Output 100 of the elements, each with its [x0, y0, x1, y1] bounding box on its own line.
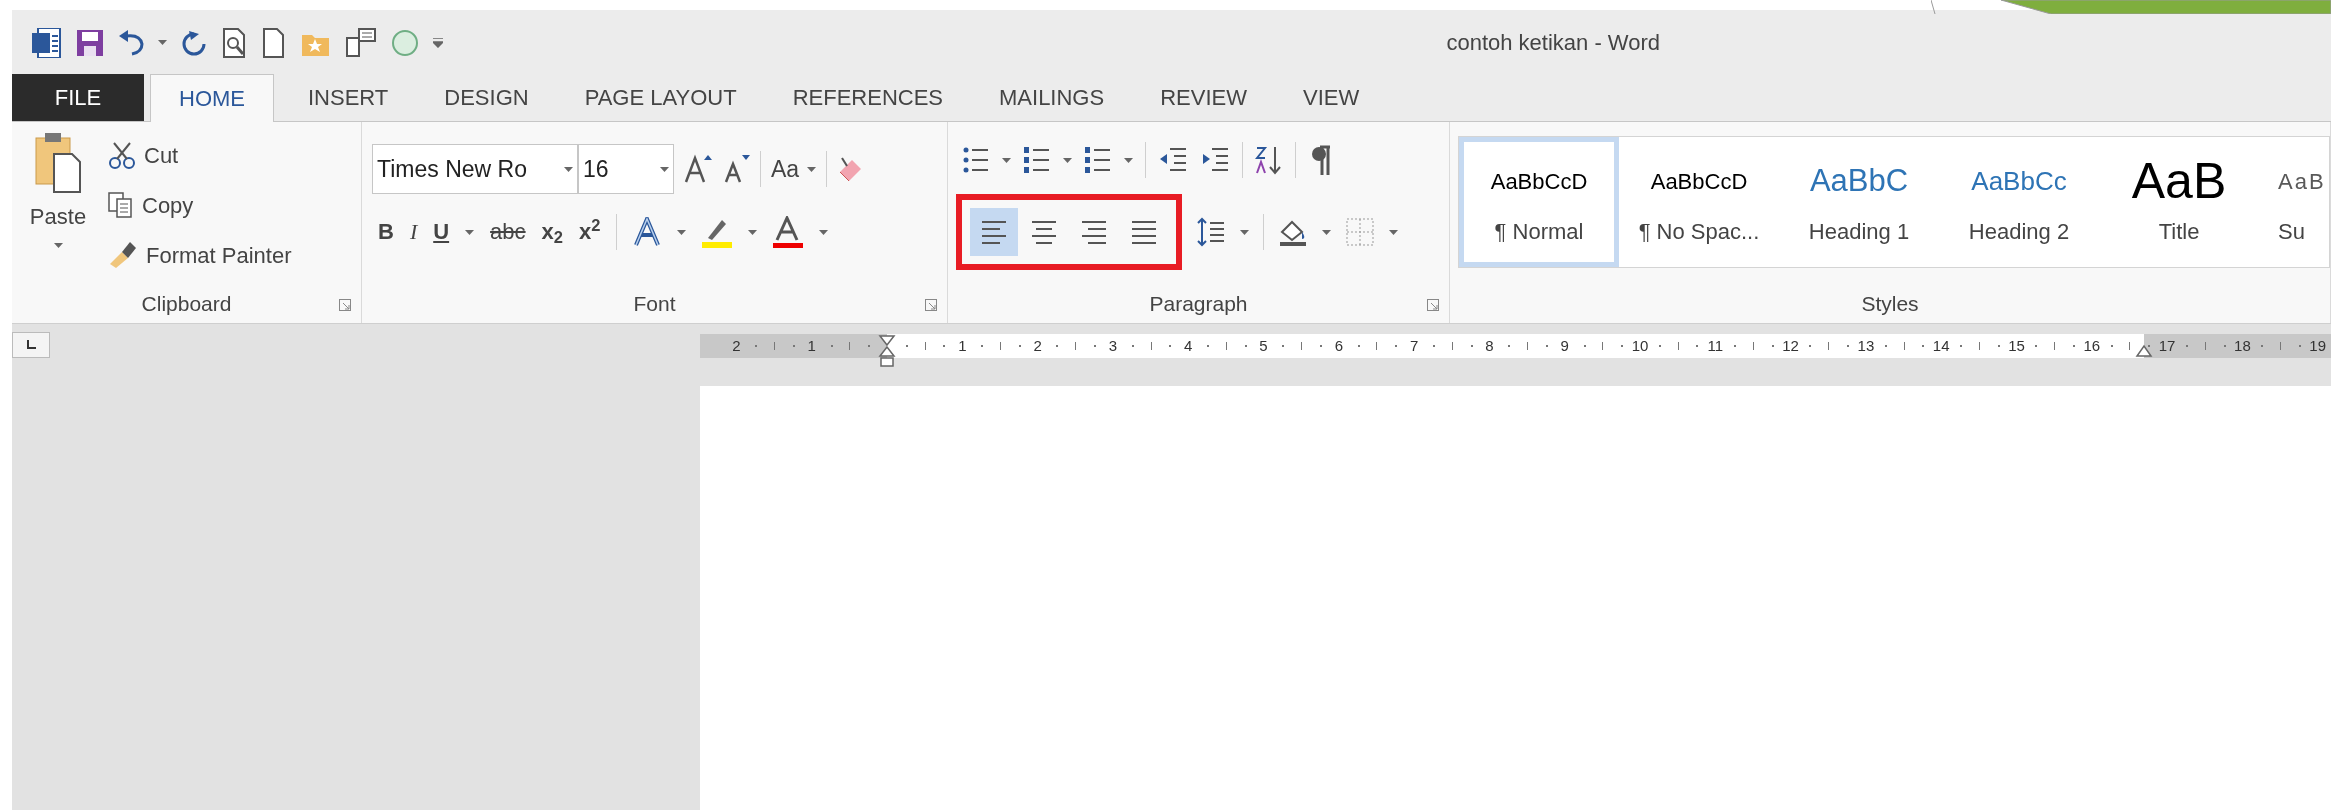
style-item[interactable]: AaBbC Heading 1 — [1779, 137, 1939, 267]
ruler-number: 4 — [1184, 336, 1193, 356]
ribbon-tab[interactable]: VIEW — [1274, 74, 1388, 121]
ruler-number: 19 — [2309, 336, 2327, 356]
ruler-number: 15 — [2008, 336, 2025, 356]
multilevel-list-icon[interactable] — [1084, 145, 1112, 175]
scissors-icon — [108, 141, 136, 169]
style-name: ¶ No Spac... — [1638, 218, 1760, 246]
caret-icon[interactable] — [564, 166, 573, 172]
ribbon-tab[interactable]: INSERT — [280, 74, 417, 121]
ruler-number: 13 — [1857, 336, 1875, 356]
subscript-button[interactable]: x$_{2}$ — [541, 221, 564, 243]
sort-icon[interactable] — [1255, 145, 1283, 175]
superscript-button[interactable]: x$^{2}$ — [579, 221, 601, 243]
line-spacing-icon[interactable] — [1196, 217, 1226, 247]
ruler-number: 12 — [1782, 336, 1799, 356]
ribbon-tab[interactable]: HOME — [150, 74, 274, 122]
caret-icon[interactable] — [1240, 229, 1249, 235]
dialog-launcher-icon[interactable] — [925, 299, 937, 311]
redo-icon[interactable] — [181, 29, 207, 56]
style-preview: AaBbCcD — [1650, 167, 1748, 196]
strikethrough-button[interactable]: abc — [490, 221, 526, 243]
style-preview: AaBbCc — [1971, 164, 2067, 198]
font-name-field[interactable]: Times New Ro — [372, 144, 578, 194]
style-item[interactable]: AaB Su — [2259, 137, 2329, 267]
bullets-icon[interactable] — [962, 145, 990, 175]
underline-button[interactable]: U — [433, 221, 450, 243]
dialog-launcher-icon[interactable] — [339, 299, 351, 311]
format-painter-button[interactable]: Format Painter — [108, 234, 292, 276]
caret-icon[interactable] — [465, 229, 475, 235]
caret-icon[interactable] — [819, 229, 829, 235]
share-icon[interactable] — [345, 27, 377, 58]
ruler-number: 11 — [1707, 336, 1724, 356]
lines-icon — [1030, 219, 1058, 245]
print-preview-icon[interactable] — [221, 27, 247, 58]
ruler-number: 9 — [1560, 336, 1569, 356]
indent-marker[interactable] — [878, 334, 896, 368]
paste-button[interactable]: Paste — [22, 132, 94, 285]
ribbon-tab[interactable]: REFERENCES — [764, 74, 971, 121]
ruler-number: 16 — [2083, 336, 2101, 356]
ruler-number: 2 — [732, 336, 741, 356]
font-color-icon[interactable] — [773, 216, 804, 248]
caret-icon[interactable] — [158, 40, 167, 45]
undo-icon[interactable] — [118, 29, 144, 56]
ribbon-tab[interactable]: MAILINGS — [971, 74, 1133, 121]
style-item[interactable]: AaBbCc Heading 2 — [1939, 137, 2099, 267]
file-tab[interactable]: FILE — [12, 74, 144, 121]
italic-button[interactable]: I — [409, 221, 418, 243]
ruler-number: 3 — [1108, 336, 1118, 356]
caret-icon[interactable] — [1322, 229, 1331, 235]
caret-icon[interactable] — [1002, 157, 1011, 163]
caret-icon[interactable] — [677, 229, 687, 235]
numbering-icon[interactable] — [1023, 145, 1051, 175]
caret-icon[interactable] — [1124, 157, 1133, 163]
ruler-number: 1 — [958, 336, 967, 356]
font-size-field[interactable]: 16 — [578, 144, 674, 194]
ruler-number: 10 — [1631, 336, 1649, 356]
style-item[interactable]: AaBbCcD ¶ No Spac... — [1619, 137, 1779, 267]
style-item[interactable]: AaB Title — [2099, 137, 2259, 267]
change-case-button[interactable]: Aa — [771, 151, 817, 187]
tab-selector[interactable] — [12, 332, 50, 358]
copy-icon — [108, 192, 134, 218]
caret-icon[interactable] — [660, 166, 669, 172]
save-icon[interactable] — [76, 28, 104, 57]
lines-icon — [980, 219, 1008, 245]
window-title: contoh ketikan - Word — [1446, 29, 1661, 57]
style-name: ¶ Normal — [1494, 218, 1584, 246]
style-preview: AaB — [2278, 167, 2326, 196]
document-icon[interactable] — [32, 27, 62, 58]
dialog-launcher-icon[interactable] — [1427, 299, 1439, 311]
font-name-value: Times New Ro — [377, 154, 527, 184]
customize-icon[interactable] — [433, 37, 443, 48]
ribbon-tab[interactable]: PAGE LAYOUT — [556, 74, 765, 121]
caret-icon[interactable] — [1063, 157, 1072, 163]
copy-button[interactable]: Copy — [108, 184, 292, 226]
shrink-font-icon[interactable] — [722, 154, 750, 184]
ribbon-tab[interactable]: DESIGN — [416, 74, 557, 121]
bold-button[interactable]: B — [378, 221, 394, 243]
new-document-icon[interactable] — [261, 27, 287, 58]
caret-icon[interactable] — [1389, 229, 1398, 235]
tab-stop-icon — [26, 340, 36, 350]
style-item[interactable]: AaBbCcD ¶ Normal — [1459, 137, 1619, 267]
ruler-number: 17 — [2158, 336, 2176, 356]
ruler-number: 14 — [1932, 336, 1950, 356]
ruler-number: 2 — [1033, 336, 1042, 356]
style-preview: AaBbCcD — [1490, 167, 1588, 196]
grow-font-icon[interactable] — [684, 154, 712, 184]
caret-icon[interactable] — [748, 229, 758, 235]
paintbrush-icon — [108, 240, 138, 270]
caret-icon[interactable] — [53, 243, 63, 248]
font-size-value: 16 — [583, 154, 609, 184]
caret-icon[interactable] — [807, 166, 817, 172]
right-indent-marker[interactable] — [2135, 342, 2153, 360]
align-left-button[interactable] — [970, 208, 1018, 256]
ruler-number: 6 — [1334, 336, 1343, 356]
ruler-number: 8 — [1485, 336, 1494, 356]
text-effects-icon[interactable] — [633, 217, 662, 247]
ribbon-tab[interactable]: REVIEW — [1132, 74, 1275, 121]
cut-button[interactable]: Cut — [108, 134, 292, 176]
style-preview: AaBbC — [1809, 161, 1909, 200]
